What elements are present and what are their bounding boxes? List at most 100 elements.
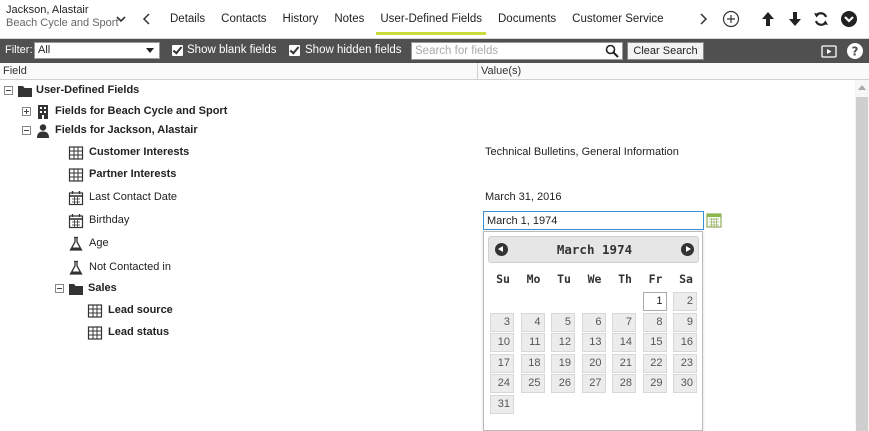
- calendar-day[interactable]: 14: [612, 333, 636, 352]
- tab-customer-service[interactable]: Customer Service: [564, 0, 671, 39]
- calendar-day[interactable]: 29: [642, 374, 667, 393]
- arrow-up-icon[interactable]: [759, 10, 777, 28]
- show-blank-label[interactable]: Show blank fields: [187, 44, 277, 56]
- column-field[interactable]: Field: [3, 65, 27, 77]
- help-icon[interactable]: ?: [846, 42, 864, 60]
- scroll-thumb[interactable]: [856, 97, 868, 431]
- calendar-day[interactable]: 22: [642, 353, 667, 373]
- clear-search-button[interactable]: Clear Search: [627, 42, 704, 60]
- calendar-day[interactable]: 13: [581, 333, 606, 352]
- calendar-day[interactable]: 11: [520, 333, 545, 352]
- calendar-day[interactable]: 18: [520, 353, 545, 373]
- tree-row-root[interactable]: User-Defined Fields: [0, 80, 855, 102]
- vertical-scrollbar[interactable]: [855, 80, 869, 431]
- add-circle-icon[interactable]: [722, 10, 740, 28]
- arrow-down-icon[interactable]: [786, 10, 804, 28]
- tree-row-birthday[interactable]: Birthday: [0, 210, 855, 232]
- flask-icon: [69, 236, 83, 251]
- tree-row-lead-source[interactable]: Lead source: [0, 300, 855, 322]
- calendar-day[interactable]: 27: [581, 374, 606, 393]
- tab-history[interactable]: History: [275, 0, 327, 39]
- chevron-down-icon[interactable]: [114, 12, 128, 26]
- chevron-right-icon[interactable]: [696, 11, 710, 27]
- field-label-last-contact-date: Last Contact Date: [89, 191, 178, 203]
- collapse-toggle[interactable]: [4, 86, 13, 95]
- calendar-day[interactable]: 26: [551, 374, 575, 393]
- tree-row-lead-status[interactable]: Lead status: [0, 322, 855, 344]
- birthday-date-input[interactable]: [483, 211, 704, 230]
- next-month-icon[interactable]: [681, 243, 694, 256]
- calendar-day[interactable]: 23: [673, 353, 697, 373]
- collapse-icon[interactable]: [840, 10, 858, 28]
- calendar-day[interactable]: 25: [520, 374, 545, 393]
- calendar-day[interactable]: 28: [612, 374, 636, 393]
- calendar-day[interactable]: 21: [612, 353, 636, 373]
- tab-details[interactable]: Details: [162, 0, 213, 39]
- refresh-icon[interactable]: [812, 10, 830, 28]
- calendar-picker-icon[interactable]: [706, 212, 722, 228]
- tree-row-last-contact-date[interactable]: Last Contact Date March 31, 2016: [0, 187, 855, 209]
- tab-contacts[interactable]: Contacts: [213, 0, 274, 39]
- filter-select[interactable]: All: [34, 42, 160, 59]
- calendar-day[interactable]: 24: [490, 374, 514, 393]
- calendar-day[interactable]: 12: [551, 333, 575, 352]
- calendar-day[interactable]: 2: [673, 292, 697, 311]
- expand-toggle[interactable]: [22, 107, 31, 116]
- folder-icon: [18, 86, 32, 97]
- calendar-day[interactable]: 9: [673, 312, 697, 332]
- tab-documents[interactable]: Documents: [490, 0, 564, 39]
- column-divider[interactable]: [477, 63, 478, 80]
- record-name[interactable]: Jackson, Alastair: [6, 4, 89, 16]
- svg-text:?: ?: [852, 45, 859, 59]
- datepicker: March 1974 Su Mo Tu We Th Fr Sa 1 2 3 4 5 6 7 8 9 10 11 12…: [483, 231, 703, 431]
- datepicker-month-title: March 1974: [556, 242, 633, 257]
- tree-row-contact-fields[interactable]: Fields for Jackson, Alastair: [0, 120, 855, 142]
- calendar-day[interactable]: 15: [642, 333, 667, 352]
- search-icon[interactable]: [605, 44, 619, 58]
- calendar-day[interactable]: 16: [673, 333, 697, 352]
- weekday-header: We: [587, 272, 602, 286]
- calendar-day[interactable]: 20: [581, 353, 606, 373]
- field-label-customer-interests: Customer Interests: [89, 146, 190, 158]
- calendar-day[interactable]: 31: [490, 394, 514, 414]
- calendar-day[interactable]: 7: [612, 312, 636, 332]
- tab-user-defined-fields[interactable]: User-Defined Fields: [372, 0, 490, 39]
- calendar-day[interactable]: 3: [490, 312, 514, 332]
- search-input[interactable]: [411, 42, 623, 60]
- collapse-toggle[interactable]: [55, 284, 64, 293]
- chevron-left-icon[interactable]: [140, 11, 154, 27]
- tab-notes[interactable]: Notes: [326, 0, 372, 39]
- collapse-toggle[interactable]: [22, 126, 31, 135]
- tree-row-customer-interests[interactable]: Customer Interests Technical Bulletins, …: [0, 142, 855, 164]
- calendar-day[interactable]: 4: [520, 312, 545, 332]
- field-value-last-contact-date[interactable]: March 31, 2016: [485, 191, 561, 203]
- calendar-day[interactable]: 5: [551, 312, 575, 332]
- slideshow-icon[interactable]: [820, 42, 838, 60]
- caret-down-icon: [146, 48, 154, 53]
- scroll-up-icon[interactable]: [858, 85, 866, 90]
- tree-row-partner-interests[interactable]: Partner Interests: [0, 164, 855, 186]
- filter-bar: Filter: All Show blank fields Show hidde…: [0, 39, 869, 63]
- building-icon: [38, 105, 48, 119]
- calendar-day[interactable]: 17: [490, 353, 514, 373]
- calendar-icon: [68, 191, 84, 206]
- tree-row-sales[interactable]: Sales: [0, 278, 855, 300]
- tree-row-not-contacted[interactable]: Not Contacted in: [0, 257, 855, 279]
- filter-select-value: All: [38, 44, 51, 56]
- calendar-day[interactable]: 6: [581, 312, 606, 332]
- field-value-customer-interests[interactable]: Technical Bulletins, General Information: [485, 146, 679, 158]
- calendar-day[interactable]: 8: [642, 312, 667, 332]
- calendar-day[interactable]: 10: [490, 333, 514, 352]
- tree-row-age[interactable]: Age: [0, 233, 855, 255]
- calendar-day[interactable]: 30: [673, 374, 697, 393]
- show-hidden-label[interactable]: Show hidden fields: [305, 44, 402, 56]
- table-icon: [87, 326, 103, 340]
- calendar-day[interactable]: 1: [642, 292, 667, 311]
- record-company: Beach Cycle and Sport: [6, 17, 119, 29]
- show-hidden-checkbox[interactable]: [289, 45, 300, 56]
- column-value[interactable]: Value(s): [481, 65, 521, 77]
- calendar-day[interactable]: 19: [551, 353, 575, 373]
- field-label-lead-source: Lead source: [108, 304, 173, 316]
- field-label-partner-interests: Partner Interests: [89, 168, 177, 180]
- show-blank-checkbox[interactable]: [172, 45, 183, 56]
